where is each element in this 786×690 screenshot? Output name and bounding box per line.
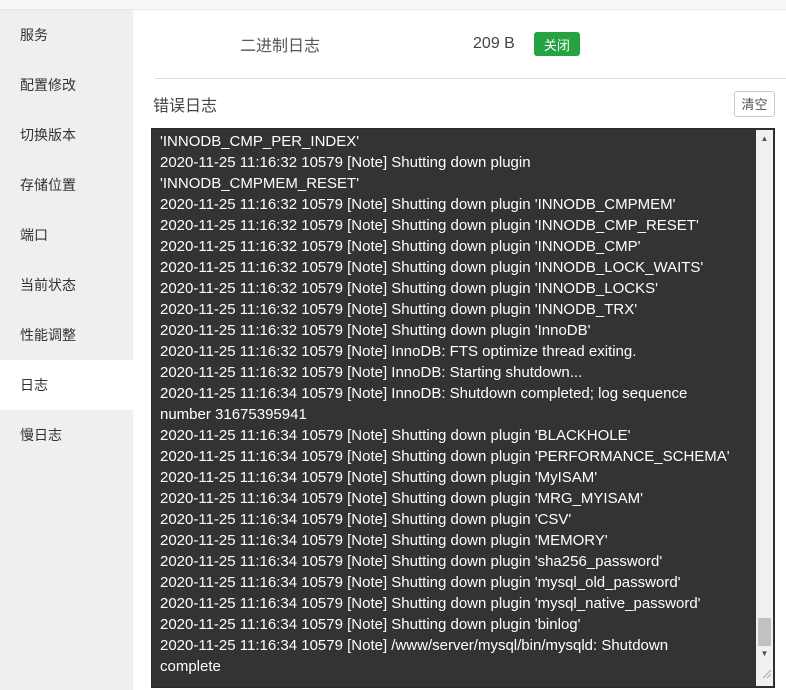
sidebar-item-current-status[interactable]: 当前状态 xyxy=(0,260,133,310)
clear-log-button[interactable]: 清空 xyxy=(734,90,775,117)
sidebar-item-performance[interactable]: 性能调整 xyxy=(0,310,133,360)
error-log-text: 'INNODB_CMP_PER_INDEX' 2020-11-25 11:16:… xyxy=(160,133,730,675)
sidebar-item-storage-location[interactable]: 存储位置 xyxy=(0,160,133,210)
sidebar-item-config-edit[interactable]: 配置修改 xyxy=(0,60,133,110)
scrollbar-thumb[interactable] xyxy=(758,618,771,646)
sidebar-item-switch-version[interactable]: 切换版本 xyxy=(0,110,133,160)
binlog-close-button[interactable]: 关闭 xyxy=(533,32,580,56)
sidebar: 服务 配置修改 切换版本 存储位置 端口 当前状态 性能调整 日志 慢日志 xyxy=(0,10,133,690)
sidebar-item-logs[interactable]: 日志 xyxy=(0,360,133,410)
top-border-strip xyxy=(0,0,786,10)
error-log-textarea[interactable]: 'INNODB_CMP_PER_INDEX' 2020-11-25 11:16:… xyxy=(151,128,775,688)
scroll-down-arrow-icon[interactable]: ▼ xyxy=(756,645,773,662)
sidebar-item-service[interactable]: 服务 xyxy=(0,10,133,60)
sidebar-item-port[interactable]: 端口 xyxy=(0,210,133,260)
binlog-size-value: 209 B xyxy=(473,35,515,52)
sidebar-item-slow-log[interactable]: 慢日志 xyxy=(0,410,133,460)
resize-grip-icon[interactable] xyxy=(761,666,772,684)
error-log-title: 错误日志 xyxy=(153,97,218,115)
binlog-header: 二进制日志 209 B 关闭 xyxy=(155,10,786,79)
scroll-up-arrow-icon[interactable]: ▲ xyxy=(756,130,773,147)
log-scrollbar[interactable]: ▲ ▼ xyxy=(756,130,773,686)
binlog-title: 二进制日志 xyxy=(240,38,321,55)
main-content: 二进制日志 209 B 关闭 错误日志 清空 'INNODB_CMP_PER_I… xyxy=(133,10,786,690)
error-log-header: 错误日志 清空 xyxy=(133,79,786,128)
